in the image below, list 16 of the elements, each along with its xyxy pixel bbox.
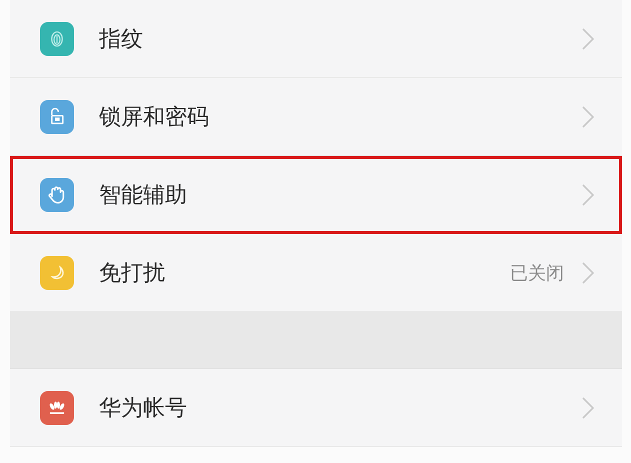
chevron-icon — [582, 106, 594, 128]
chevron-icon — [582, 262, 594, 284]
row-label: 指纹 — [99, 26, 144, 54]
settings-row[interactable]: 指纹 — [10, 0, 622, 78]
chevron-icon — [582, 396, 594, 418]
settings-row[interactable]: 智能辅助 — [10, 156, 622, 234]
row-label: 华为帐号 — [99, 394, 188, 422]
row-label: 智能辅助 — [99, 182, 188, 210]
chevron-icon — [582, 184, 594, 206]
settings-row[interactable]: 锁屏和密码 — [10, 78, 622, 156]
settings-row[interactable]: 免打扰 已关闭 — [10, 234, 622, 312]
chevron-icon — [582, 28, 594, 50]
settings-row[interactable]: 华为帐号 — [10, 369, 622, 447]
row-label: 锁屏和密码 — [99, 104, 210, 132]
status-text: 已关闭 — [510, 262, 564, 284]
row-label: 免打扰 — [99, 260, 166, 288]
